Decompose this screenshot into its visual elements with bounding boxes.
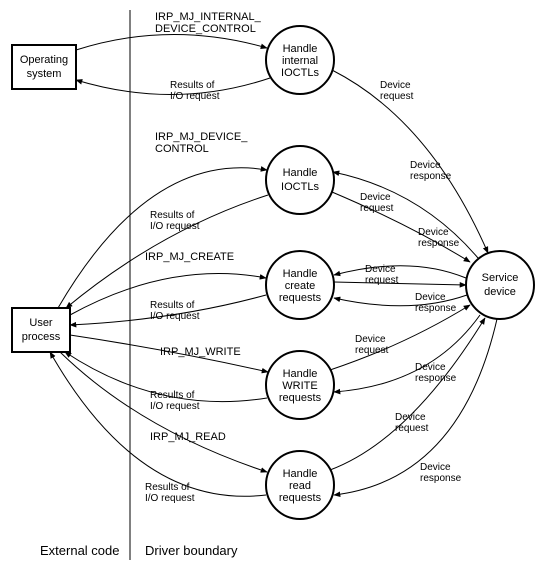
label-results-io-4a: Results of <box>150 390 195 401</box>
label-device-response-3b-1: Device <box>415 292 446 303</box>
label-device-request-5a: Device <box>395 412 426 423</box>
svg-text:Handle: Handle <box>283 43 318 55</box>
label-device-response-4b: response <box>415 373 457 384</box>
label-results-io-5b: I/O request <box>145 493 195 504</box>
svg-text:requests: requests <box>279 292 322 304</box>
node-user-process: User process <box>12 308 70 352</box>
label-device-response-4a: Device <box>415 362 446 373</box>
edge-device-response-3a <box>334 266 466 278</box>
node-operating-system: Operating system <box>12 45 76 89</box>
node-handle-internal-ioctls: Handle internal IOCTLs <box>266 26 334 94</box>
svg-text:read: read <box>289 480 311 492</box>
driver-dfd-diagram: External code Driver boundary Operating … <box>0 0 550 579</box>
label-device-response-3a-1: Device <box>418 227 449 238</box>
svg-text:Handle: Handle <box>283 468 318 480</box>
region-external-code: External code <box>40 543 120 558</box>
label-results-io-3b: I/O request <box>150 311 200 322</box>
svg-text:Operating: Operating <box>20 54 68 66</box>
label-irp-device-control-1: IRP_MJ_DEVICE_ <box>155 131 248 143</box>
label-results-io-1a: Results of <box>170 80 215 91</box>
svg-text:IOCTLs: IOCTLs <box>281 181 319 193</box>
label-device-response-5a: Device <box>420 462 451 473</box>
label-device-request-2a: Device <box>360 192 391 203</box>
svg-text:process: process <box>22 331 61 343</box>
edge-device-request-3 <box>334 282 466 285</box>
node-handle-ioctls: Handle IOCTLs <box>266 146 334 214</box>
node-handle-write-requests: Handle WRITE requests <box>266 351 334 419</box>
edge-device-request-4 <box>330 305 470 370</box>
label-results-io-4b: I/O request <box>150 401 200 412</box>
label-device-request-3b: request <box>365 275 399 286</box>
node-handle-read-requests: Handle read requests <box>266 451 334 519</box>
svg-text:Service: Service <box>482 272 519 284</box>
label-irp-internal-device-control-2: DEVICE_CONTROL <box>155 23 256 35</box>
label-irp-read: IRP_MJ_READ <box>150 431 226 443</box>
svg-text:requests: requests <box>279 392 322 404</box>
svg-text:WRITE: WRITE <box>282 380 317 392</box>
edge-device-request-2 <box>332 192 470 262</box>
edge-irp-internal-device-control <box>76 34 267 50</box>
label-irp-write: IRP_MJ_WRITE <box>160 346 241 358</box>
svg-text:internal: internal <box>282 55 318 67</box>
label-results-io-2a: Results of <box>150 210 195 221</box>
label-device-response-5b: response <box>420 473 462 484</box>
label-irp-create: IRP_MJ_CREATE <box>145 251 234 263</box>
edge-irp-device-control <box>58 168 267 308</box>
label-results-io-2b: I/O request <box>150 221 200 232</box>
svg-text:Handle: Handle <box>283 268 318 280</box>
label-device-request-4b: request <box>355 345 389 356</box>
svg-text:Handle: Handle <box>283 167 318 179</box>
svg-text:device: device <box>484 286 516 298</box>
svg-text:IOCTLs: IOCTLs <box>281 67 319 79</box>
label-irp-device-control-2: CONTROL <box>155 143 209 155</box>
label-device-request-4a: Device <box>355 334 386 345</box>
svg-text:system: system <box>27 68 62 80</box>
label-results-io-5a: Results of <box>145 482 190 493</box>
label-device-request-3a: Device <box>365 264 396 275</box>
node-handle-create-requests: Handle create requests <box>266 251 334 319</box>
label-device-request-5b: request <box>395 423 429 434</box>
label-device-request-1a: Device <box>380 80 411 91</box>
svg-text:requests: requests <box>279 492 322 504</box>
label-results-io-1b: I/O request <box>170 91 220 102</box>
label-device-response-3b-2: response <box>415 303 457 314</box>
label-device-response-2a-1: Device <box>410 160 441 171</box>
label-device-request-2b: request <box>360 203 394 214</box>
svg-text:User: User <box>29 317 53 329</box>
node-service-device: Service device <box>466 251 534 319</box>
label-device-response-2a-2: response <box>410 171 452 182</box>
region-driver-boundary: Driver boundary <box>145 543 238 558</box>
svg-text:Handle: Handle <box>283 368 318 380</box>
label-device-request-1b: request <box>380 91 414 102</box>
label-results-io-3a: Results of <box>150 300 195 311</box>
label-irp-internal-device-control-1: IRP_MJ_INTERNAL_ <box>155 11 262 23</box>
svg-text:create: create <box>285 280 316 292</box>
edge-device-request-5 <box>330 318 485 470</box>
label-device-response-3a-2: response <box>418 238 460 249</box>
